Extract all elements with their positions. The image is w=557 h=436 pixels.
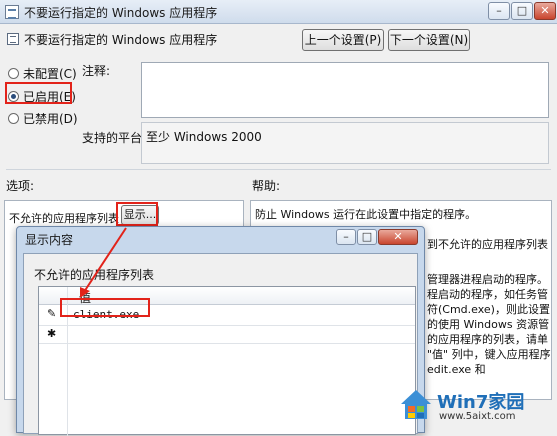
watermark-url: www.5aixt.com [439,411,516,422]
house-logo-icon [401,390,431,419]
annotation-arrow [80,227,127,298]
watermark: Win7家园 www.5aixt.com [399,386,549,426]
